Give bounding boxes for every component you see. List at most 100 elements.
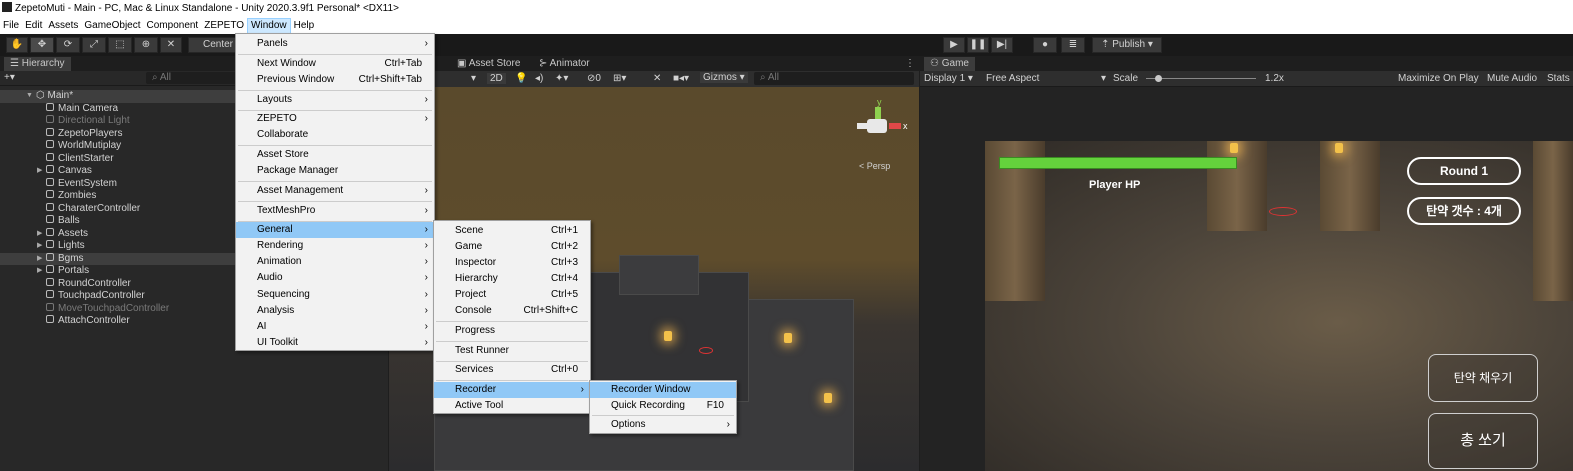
window-menu-item[interactable]: TextMeshPro › — [236, 203, 434, 219]
scene-gizmo[interactable]: y x — [855, 97, 908, 147]
window-menu-item[interactable]: Asset Store — [236, 147, 434, 163]
stats-toggle[interactable]: Stats — [1547, 71, 1570, 87]
window-menu-item[interactable]: Sequencing › — [236, 287, 434, 303]
general-menu-item[interactable]: Services Ctrl+0 — [434, 362, 590, 378]
menu-separator — [592, 415, 734, 416]
publish-button[interactable]: ⇡ Publish ▾ — [1092, 37, 1162, 53]
refill-ammo-button[interactable]: 탄약 채우기 — [1428, 354, 1538, 402]
menu-component[interactable]: Component — [144, 18, 202, 34]
window-menu-item-general[interactable]: General › — [236, 222, 434, 238]
dungeon-tower — [619, 255, 699, 295]
step-icon[interactable]: ▶| — [991, 37, 1013, 53]
gameobject-icon — [46, 240, 54, 249]
persp-label[interactable]: < Persp — [859, 161, 890, 171]
expand-arrow-icon[interactable]: ▶ — [37, 253, 42, 266]
custom-tool-icon[interactable]: ✕ — [160, 37, 182, 53]
general-menu-item[interactable]: Progress — [434, 323, 590, 339]
general-menu-item[interactable]: Test Runner — [434, 343, 590, 359]
general-menu-item-recorder[interactable]: Recorder › — [434, 382, 590, 398]
game-viewport[interactable]: Player HP Round 1 탄약 갯수 : 4개 탄약 채우기 총 쏘기 — [985, 141, 1573, 471]
gameobject-icon — [46, 152, 54, 161]
layers-icon[interactable]: ≣ — [1061, 37, 1085, 53]
window-menu-item[interactable]: Analysis › — [236, 303, 434, 319]
window-menu-item[interactable]: Rendering › — [236, 238, 434, 254]
player-hp-label: Player HP — [1089, 179, 1141, 191]
move-tool-icon[interactable]: ✥ — [30, 37, 54, 53]
toggle-2d-button[interactable]: 2D — [487, 73, 506, 84]
gizmos-dropdown[interactable]: Gizmos ▾ — [700, 72, 748, 83]
general-menu-item[interactable]: Scene Ctrl+1 — [434, 223, 590, 239]
menu-assets[interactable]: Assets — [45, 18, 81, 34]
general-menu-item[interactable]: Inspector Ctrl+3 — [434, 255, 590, 271]
window-menu-item[interactable]: Audio › — [236, 270, 434, 286]
recorder-window-item[interactable]: Recorder Window — [590, 382, 736, 398]
menu-gameobject[interactable]: GameObject — [81, 18, 143, 34]
menu-edit[interactable]: Edit — [22, 18, 45, 34]
scale-slider-thumb[interactable] — [1155, 75, 1162, 82]
target-marker-icon — [1269, 207, 1297, 216]
general-menu-item[interactable]: Active Tool — [434, 398, 590, 414]
window-menu-item[interactable]: AI › — [236, 319, 434, 335]
general-menu-item[interactable]: Project Ctrl+5 — [434, 287, 590, 303]
menu-help[interactable]: Help — [291, 18, 318, 34]
window-menu-item[interactable]: Panels › — [236, 36, 434, 52]
grid-icon[interactable]: ⊞▾ — [613, 73, 626, 84]
shoot-button[interactable]: 총 쏘기 — [1428, 413, 1538, 469]
scale-tool-icon[interactable]: ⤢ — [82, 37, 106, 53]
options-item[interactable]: Options › — [590, 417, 736, 433]
audio-icon[interactable]: ◂) — [535, 73, 543, 84]
tab-asset-store[interactable]: ▣ Asset Store — [457, 57, 520, 71]
expand-arrow-icon[interactable]: ▶ — [37, 228, 42, 241]
window-menu-item[interactable]: Animation › — [236, 254, 434, 270]
window-menu-item[interactable]: Package Manager — [236, 163, 434, 179]
tab-animator[interactable]: ⊱ Animator — [539, 57, 590, 71]
general-menu-item[interactable]: Console Ctrl+Shift+C — [434, 303, 590, 319]
add-button[interactable]: +▾ — [4, 72, 15, 83]
window-menu-item[interactable]: Asset Management › — [236, 183, 434, 199]
window-menu-item[interactable]: ZEPETO › — [236, 111, 434, 127]
hand-tool-icon[interactable]: ✋ — [6, 37, 28, 53]
aspect-dropdown[interactable]: Free Aspect ▾ — [986, 71, 1106, 87]
rotate-tool-icon[interactable]: ⟳ — [56, 37, 80, 53]
display-label: Display 1 — [924, 73, 966, 84]
scene-search-placeholder: All — [767, 72, 779, 83]
tab-hierarchy[interactable]: ☰ Hierarchy — [4, 57, 71, 71]
menu-window[interactable]: Window — [247, 18, 291, 34]
menu-separator — [238, 181, 432, 182]
tools-icon[interactable]: ✕ — [653, 73, 661, 84]
hierarchy-item-label: TouchpadController — [58, 290, 145, 301]
scene-search-input[interactable]: ⌕ All — [754, 72, 914, 85]
window-menu-item[interactable]: Next Window Ctrl+Tab — [236, 56, 434, 72]
quick-recording-item[interactable]: Quick Recording F10 — [590, 398, 736, 414]
window-menu-item[interactable]: UI Toolkit › — [236, 335, 434, 351]
play-icon[interactable]: ▶ — [943, 37, 965, 53]
hidden-objects-icon[interactable]: ⊘0 — [587, 73, 601, 84]
mute-audio-toggle[interactable]: Mute Audio — [1487, 71, 1537, 87]
menu-zepeto[interactable]: ZEPETO — [201, 18, 247, 34]
general-menu-item[interactable]: Hierarchy Ctrl+4 — [434, 271, 590, 287]
rect-tool-icon[interactable]: ⬚ — [108, 37, 132, 53]
expand-arrow-icon[interactable]: ▼ — [26, 90, 33, 103]
camera-icon[interactable]: ■◂▾ — [673, 73, 689, 84]
expand-arrow-icon[interactable]: ▶ — [37, 165, 42, 178]
menu-file[interactable]: File — [0, 18, 22, 34]
collab-icon[interactable]: ● — [1033, 37, 1057, 53]
window-menu-item[interactable]: Collaborate — [236, 127, 434, 143]
window-menu-item[interactable]: Previous Window Ctrl+Shift+Tab — [236, 72, 434, 88]
maximize-on-play-toggle[interactable]: Maximize On Play — [1398, 71, 1479, 87]
lighting-icon[interactable]: 💡 — [515, 73, 527, 84]
display-dropdown[interactable]: Display 1 ▾ — [924, 71, 973, 87]
panel-menu-icon[interactable]: ⋮ — [905, 57, 915, 71]
menu-item-shortcut: Ctrl+2 — [551, 241, 578, 252]
expand-arrow-icon[interactable]: ▶ — [37, 265, 42, 278]
window-menu-item[interactable]: Layouts › — [236, 92, 434, 108]
expand-arrow-icon[interactable]: ▶ — [37, 240, 42, 253]
scale-slider[interactable] — [1146, 78, 1256, 79]
tab-game[interactable]: ⚇ Game — [924, 57, 975, 71]
pivot-center-button[interactable]: Center — [188, 37, 236, 53]
transform-tool-icon[interactable]: ⊕ — [134, 37, 158, 53]
pause-icon[interactable]: ❚❚ — [967, 37, 989, 53]
effects-icon[interactable]: ✦▾ — [555, 73, 568, 84]
dropdown-arrow-icon[interactable]: ▾ — [471, 73, 476, 84]
general-menu-item[interactable]: Game Ctrl+2 — [434, 239, 590, 255]
